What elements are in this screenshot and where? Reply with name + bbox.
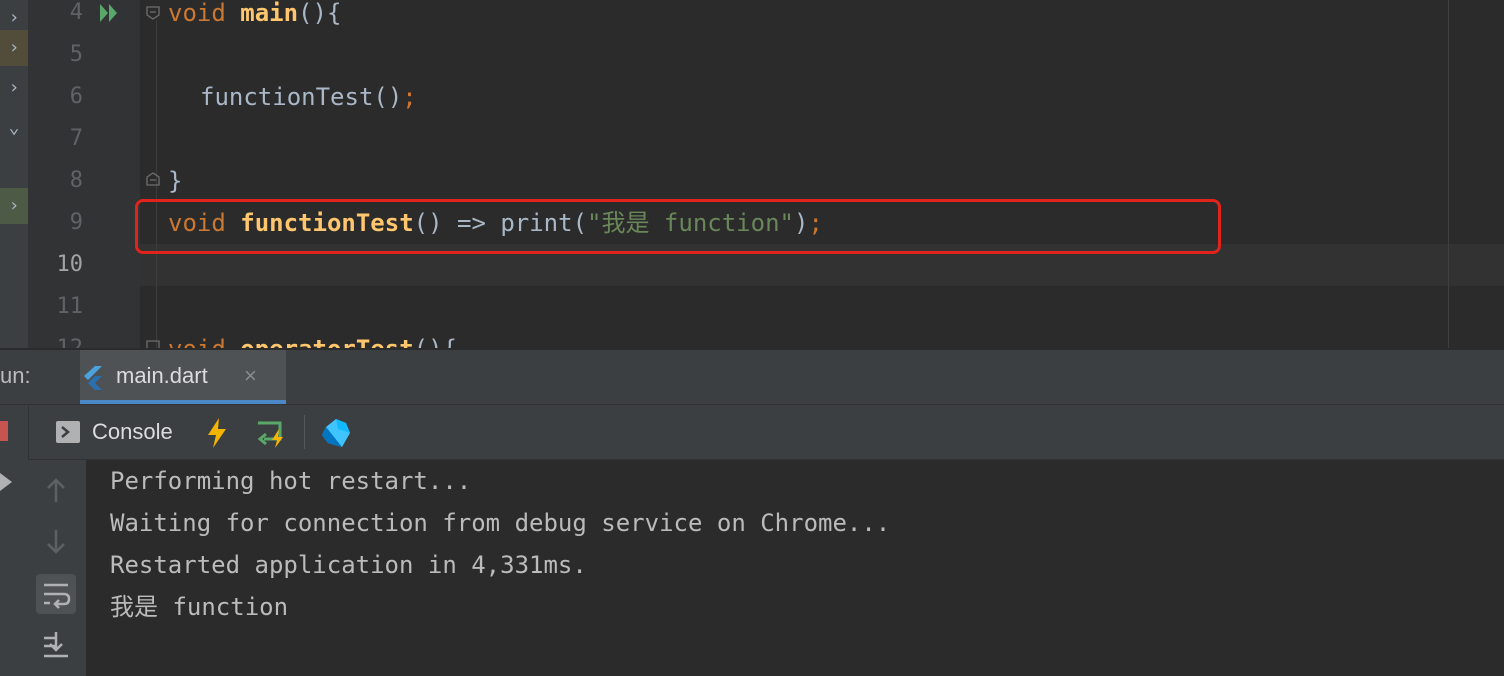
code-editor[interactable]: › › › ⌄ › 4 5 6 7 8 9 10 11 12 void main… — [0, 0, 1504, 348]
close-icon[interactable]: × — [244, 350, 257, 402]
fold-icon[interactable] — [146, 340, 160, 348]
console-line: Performing hot restart... — [110, 467, 472, 495]
soft-wrap-icon[interactable] — [36, 574, 76, 614]
project-tree-strip: › › › ⌄ › — [0, 0, 28, 348]
console-tab[interactable]: Console — [92, 405, 173, 459]
arrow-up-icon[interactable] — [36, 470, 76, 510]
console-icon — [56, 421, 80, 443]
code-brace: } — [168, 167, 183, 195]
tab-label: main.dart — [116, 363, 208, 388]
line-number: 11 — [56, 294, 84, 319]
fold-icon[interactable] — [146, 172, 160, 186]
chevron-right-icon[interactable]: › — [0, 188, 28, 224]
keyword: void — [168, 0, 226, 27]
chevron-right-icon[interactable]: › — [0, 70, 28, 106]
dart-devtools-icon[interactable] — [320, 417, 352, 449]
tab-active-indicator — [80, 400, 286, 404]
run-left-strip — [0, 405, 28, 676]
run-toolbar: Console — [0, 405, 1504, 460]
flutter-icon — [84, 366, 102, 390]
code-line: functionTest(); — [200, 76, 417, 118]
tab-main-dart[interactable]: main.dart × — [80, 350, 286, 404]
highlight-annotation-box — [135, 199, 1221, 254]
code-punct: (){ — [298, 0, 342, 27]
code-punct: (){ — [414, 335, 457, 348]
rerun-icon[interactable] — [0, 471, 14, 493]
function-name: main — [240, 0, 299, 27]
run-gutter-icon[interactable] — [98, 2, 122, 24]
console-line: 我是 function — [110, 593, 289, 621]
code-line: } — [168, 160, 182, 202]
console-line: Waiting for connection from debug servic… — [110, 509, 891, 537]
line-number: 8 — [69, 168, 83, 193]
code-line: void main(){ — [168, 0, 341, 34]
line-number-current: 10 — [56, 252, 84, 277]
line-number: 6 — [69, 84, 83, 109]
toolbar-separator — [304, 415, 305, 449]
line-number: 4 — [69, 0, 83, 25]
run-tool-window-header: un: main.dart × — [0, 350, 1504, 405]
scroll-to-end-icon[interactable] — [36, 626, 76, 666]
arrow-down-icon[interactable] — [36, 522, 76, 562]
function-call: functionTest() — [200, 83, 403, 111]
console-side-toolbar — [28, 460, 86, 676]
console-output[interactable]: Performing hot restart... Waiting for co… — [86, 460, 1504, 676]
chevron-down-icon[interactable]: ⌄ — [0, 110, 28, 146]
stop-icon[interactable] — [0, 421, 8, 441]
hot-restart-icon[interactable] — [254, 417, 288, 449]
function-name: operatorTest — [240, 335, 413, 348]
line-number: 7 — [69, 126, 83, 151]
console-line: Restarted application in 4,331ms. — [110, 551, 587, 579]
line-number: 9 — [69, 210, 83, 235]
toolbar-separator — [28, 405, 29, 459]
code-semicolon: ; — [402, 83, 417, 111]
chevron-right-icon[interactable]: › — [0, 30, 28, 66]
keyword: void — [168, 335, 226, 348]
line-number: 5 — [69, 42, 83, 67]
fold-icon[interactable] — [146, 6, 160, 20]
code-line: void operatorTest(){ — [168, 328, 457, 348]
line-number: 12 — [28, 328, 84, 348]
right-margin-guide — [1448, 0, 1449, 348]
run-label: un: — [0, 363, 31, 388]
hot-reload-icon[interactable] — [204, 417, 230, 449]
